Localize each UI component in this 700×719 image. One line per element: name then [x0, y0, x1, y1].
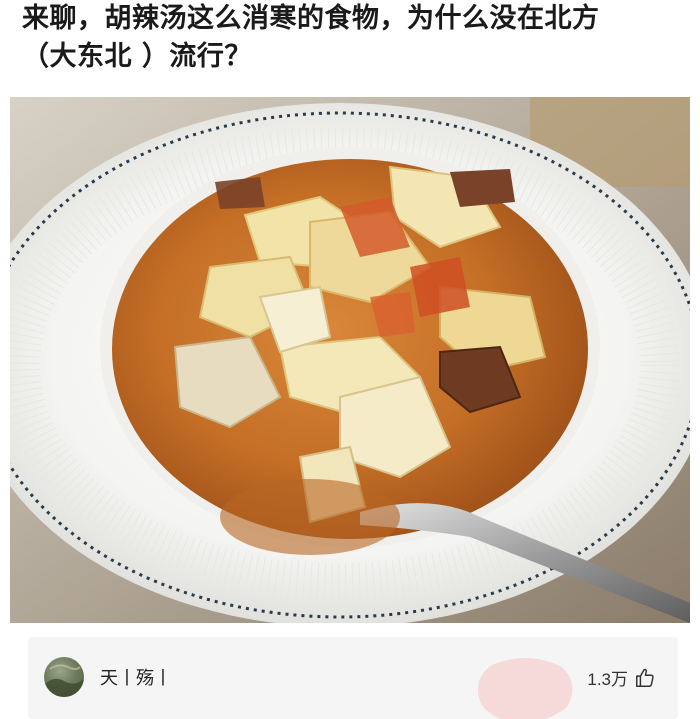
soup-photo[interactable] — [10, 97, 690, 623]
answer-author-card[interactable]: 天丨殇丨 1.3万 — [28, 637, 678, 719]
question-title-line-1: 来聊，胡辣汤这么消寒的食物，为什么没在北方 — [22, 3, 600, 34]
like-area[interactable]: 1.3万 — [587, 665, 656, 690]
author-name[interactable]: 天丨殇丨 — [100, 664, 172, 690]
question-title-line-2: （大东北 ）流行？ — [22, 41, 252, 72]
like-count: 1.3万 — [587, 670, 628, 689]
thumbs-up-icon[interactable] — [634, 667, 656, 689]
question-title: 来聊，胡辣汤这么消寒的食物，为什么没在北方 （大东北 ）流行？ — [22, 0, 692, 76]
stamp-watermark — [477, 657, 573, 719]
avatar[interactable] — [44, 657, 84, 697]
